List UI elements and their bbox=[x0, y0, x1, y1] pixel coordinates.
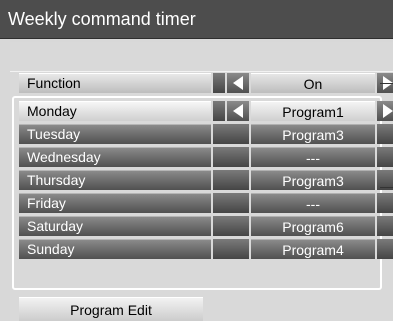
day-value[interactable]: Program1 bbox=[251, 101, 375, 121]
day-label: Tuesday bbox=[19, 124, 211, 144]
arrow-right-icon[interactable] bbox=[377, 101, 393, 121]
day-row-sunday[interactable]: Sunday Program4 bbox=[19, 239, 393, 259]
day-value[interactable]: Program6 bbox=[251, 216, 375, 236]
row-spacer bbox=[213, 193, 249, 213]
row-end bbox=[377, 147, 393, 167]
title-bar: Weekly command timer bbox=[0, 0, 393, 39]
row-spacer bbox=[213, 101, 225, 121]
day-row-friday[interactable]: Friday --- bbox=[19, 193, 393, 213]
day-value[interactable]: Program3 bbox=[251, 170, 375, 190]
day-row-monday[interactable]: Monday Program1 bbox=[19, 101, 393, 121]
day-value[interactable]: --- bbox=[251, 193, 375, 213]
day-value[interactable]: Program4 bbox=[251, 239, 375, 259]
day-row-wednesday[interactable]: Wednesday --- bbox=[19, 147, 393, 167]
arrow-left-icon[interactable] bbox=[227, 73, 249, 93]
divider bbox=[10, 71, 393, 72]
function-value[interactable]: On bbox=[251, 73, 375, 93]
day-value[interactable]: Program3 bbox=[251, 124, 375, 144]
row-spacer bbox=[213, 147, 249, 167]
leader-line bbox=[380, 187, 393, 188]
day-label: Friday bbox=[19, 193, 211, 213]
program-edit-button[interactable]: Program Edit bbox=[19, 297, 203, 321]
row-spacer bbox=[213, 170, 249, 190]
row-end bbox=[377, 193, 393, 213]
row-spacer bbox=[213, 239, 249, 259]
day-label: Monday bbox=[19, 101, 211, 121]
function-spacer bbox=[213, 73, 225, 93]
row-end bbox=[377, 239, 393, 259]
leader-line bbox=[380, 83, 393, 84]
day-label: Wednesday bbox=[19, 147, 211, 167]
function-label: Function bbox=[19, 73, 211, 93]
row-end bbox=[377, 124, 393, 144]
osd-menu: Weekly command timer Function On Monday … bbox=[0, 0, 393, 321]
menu-title: Weekly command timer bbox=[8, 9, 196, 29]
day-row-thursday[interactable]: Thursday Program3 bbox=[19, 170, 393, 190]
day-label: Saturday bbox=[19, 216, 211, 236]
row-end bbox=[377, 216, 393, 236]
day-label: Sunday bbox=[19, 239, 211, 259]
arrow-left-icon[interactable] bbox=[227, 101, 249, 121]
day-row-saturday[interactable]: Saturday Program6 bbox=[19, 216, 393, 236]
day-value[interactable]: --- bbox=[251, 147, 375, 167]
day-row-tuesday[interactable]: Tuesday Program3 bbox=[19, 124, 393, 144]
day-label: Thursday bbox=[19, 170, 211, 190]
row-spacer bbox=[213, 216, 249, 236]
row-spacer bbox=[213, 124, 249, 144]
function-row[interactable]: Function On bbox=[19, 73, 393, 93]
